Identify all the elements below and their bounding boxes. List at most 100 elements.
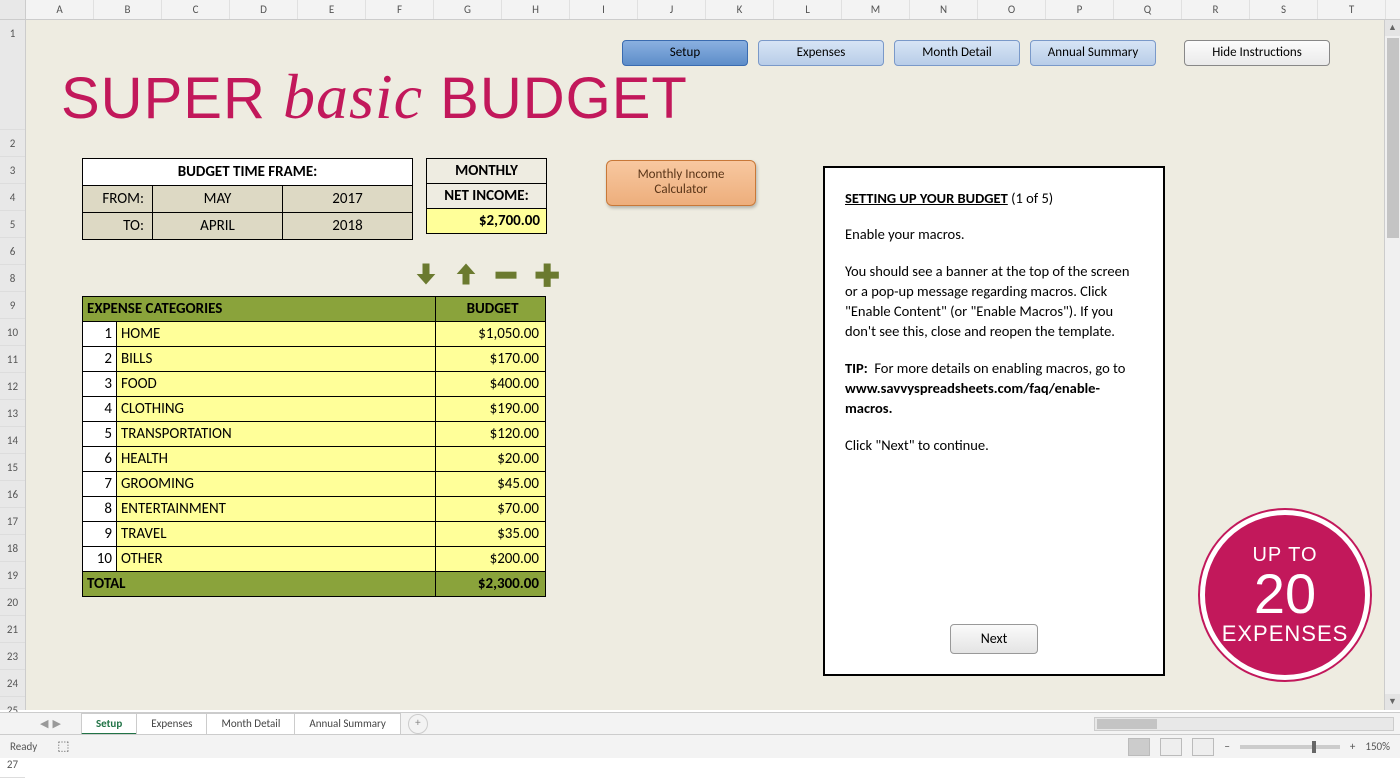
column-header[interactable]: A: [26, 0, 94, 19]
expense-name[interactable]: FOOD: [116, 372, 435, 397]
macro-record-icon[interactable]: ⬚: [57, 739, 69, 754]
expense-name[interactable]: BILLS: [116, 347, 435, 372]
row-header[interactable]: 1: [0, 20, 25, 130]
column-header[interactable]: K: [706, 0, 774, 19]
column-header[interactable]: R: [1182, 0, 1250, 19]
expense-amount[interactable]: $45.00: [436, 472, 546, 497]
sheet-tab-expenses[interactable]: Expenses: [136, 713, 207, 735]
column-header[interactable]: N: [910, 0, 978, 19]
expense-name[interactable]: TRAVEL: [116, 522, 435, 547]
column-header[interactable]: O: [978, 0, 1046, 19]
expense-amount[interactable]: $400.00: [436, 372, 546, 397]
column-header[interactable]: J: [638, 0, 706, 19]
row-header[interactable]: 9: [0, 292, 25, 319]
arrow-down-icon[interactable]: [412, 260, 440, 288]
row-header[interactable]: 12: [0, 373, 25, 400]
sheet-tab-setup[interactable]: Setup: [81, 713, 137, 735]
from-year[interactable]: 2017: [283, 186, 413, 213]
row-header[interactable]: 4: [0, 184, 25, 211]
row-header[interactable]: 13: [0, 400, 25, 427]
horizontal-scrollbar[interactable]: [1094, 717, 1394, 731]
arrow-up-icon[interactable]: [452, 260, 480, 288]
minus-icon[interactable]: [492, 260, 520, 288]
netincome-amount[interactable]: $2,700.00: [427, 209, 547, 234]
row-header[interactable]: 21: [0, 616, 25, 643]
row-header[interactable]: 5: [0, 211, 25, 238]
row-header[interactable]: 8: [0, 265, 25, 292]
worksheet-area[interactable]: SUPER basic BUDGET SetupExpensesMonth De…: [26, 20, 1400, 710]
page-layout-view-button[interactable]: [1160, 738, 1182, 756]
zoom-out-button[interactable]: −: [1224, 740, 1229, 753]
column-header[interactable]: I: [570, 0, 638, 19]
nav-expenses-button[interactable]: Expenses: [758, 40, 884, 66]
nav-setup-button[interactable]: Setup: [622, 40, 748, 66]
expense-amount[interactable]: $120.00: [436, 422, 546, 447]
new-sheet-button[interactable]: +: [408, 714, 428, 734]
from-month[interactable]: MAY: [153, 186, 283, 213]
row-header[interactable]: 6: [0, 238, 25, 265]
hide-instructions-button[interactable]: Hide Instructions: [1184, 40, 1330, 66]
monthly-income-calculator-button[interactable]: Monthly Income Calculator: [606, 160, 756, 206]
row-header[interactable]: 24: [0, 670, 25, 697]
sheet-tab-annual-summary[interactable]: Annual Summary: [294, 713, 401, 735]
vertical-scrollbar[interactable]: ▲ ▼: [1384, 20, 1400, 710]
to-year[interactable]: 2018: [283, 213, 413, 240]
column-header[interactable]: M: [842, 0, 910, 19]
row-header[interactable]: 15: [0, 454, 25, 481]
expense-amount[interactable]: $190.00: [436, 397, 546, 422]
row-header[interactable]: 3: [0, 157, 25, 184]
column-header[interactable]: F: [366, 0, 434, 19]
scroll-thumb[interactable]: [1387, 38, 1399, 238]
to-month[interactable]: APRIL: [153, 213, 283, 240]
column-header[interactable]: Q: [1114, 0, 1182, 19]
scroll-down-icon[interactable]: ▼: [1385, 694, 1400, 710]
expense-amount[interactable]: $200.00: [436, 547, 546, 572]
row-header[interactable]: 16: [0, 481, 25, 508]
expense-name[interactable]: HEALTH: [116, 447, 435, 472]
row-header[interactable]: 17: [0, 508, 25, 535]
expense-amount[interactable]: $20.00: [436, 447, 546, 472]
expense-name[interactable]: GROOMING: [116, 472, 435, 497]
next-button[interactable]: Next: [950, 624, 1038, 654]
tab-nav-controls[interactable]: ◀▶: [40, 717, 61, 730]
row-header[interactable]: 2: [0, 130, 25, 157]
zoom-level[interactable]: 150%: [1365, 740, 1390, 753]
sheet-tab-month-detail[interactable]: Month Detail: [206, 713, 295, 735]
column-header[interactable]: T: [1318, 0, 1386, 19]
column-header[interactable]: D: [230, 0, 298, 19]
zoom-slider[interactable]: [1240, 745, 1340, 749]
row-header[interactable]: 18: [0, 535, 25, 562]
nav-annual-summary-button[interactable]: Annual Summary: [1030, 40, 1156, 66]
column-header[interactable]: C: [162, 0, 230, 19]
row-header[interactable]: 11: [0, 346, 25, 373]
expense-amount[interactable]: $1,050.00: [436, 322, 546, 347]
expense-name[interactable]: TRANSPORTATION: [116, 422, 435, 447]
expense-amount[interactable]: $170.00: [436, 347, 546, 372]
expense-name[interactable]: OTHER: [116, 547, 435, 572]
expense-name[interactable]: HOME: [116, 322, 435, 347]
column-header[interactable]: H: [502, 0, 570, 19]
column-header[interactable]: S: [1250, 0, 1318, 19]
column-header[interactable]: L: [774, 0, 842, 19]
row-header[interactable]: 14: [0, 427, 25, 454]
row-header[interactable]: 20: [0, 589, 25, 616]
expense-amount[interactable]: $35.00: [436, 522, 546, 547]
column-header[interactable]: P: [1046, 0, 1114, 19]
hscroll-thumb[interactable]: [1097, 719, 1157, 729]
nav-month-detail-button[interactable]: Month Detail: [894, 40, 1020, 66]
row-header[interactable]: 10: [0, 319, 25, 346]
zoom-in-button[interactable]: +: [1350, 740, 1355, 753]
expense-name[interactable]: ENTERTAINMENT: [116, 497, 435, 522]
page-break-view-button[interactable]: [1192, 738, 1214, 756]
row-header[interactable]: 19: [0, 562, 25, 589]
expense-amount[interactable]: $70.00: [436, 497, 546, 522]
normal-view-button[interactable]: [1128, 738, 1150, 756]
scroll-up-icon[interactable]: ▲: [1385, 20, 1400, 36]
column-header[interactable]: B: [94, 0, 162, 19]
select-all-corner[interactable]: [0, 0, 26, 19]
column-header[interactable]: G: [434, 0, 502, 19]
plus-icon[interactable]: [532, 260, 560, 288]
expense-name[interactable]: CLOTHING: [116, 397, 435, 422]
column-header[interactable]: E: [298, 0, 366, 19]
row-header[interactable]: 23: [0, 643, 25, 670]
